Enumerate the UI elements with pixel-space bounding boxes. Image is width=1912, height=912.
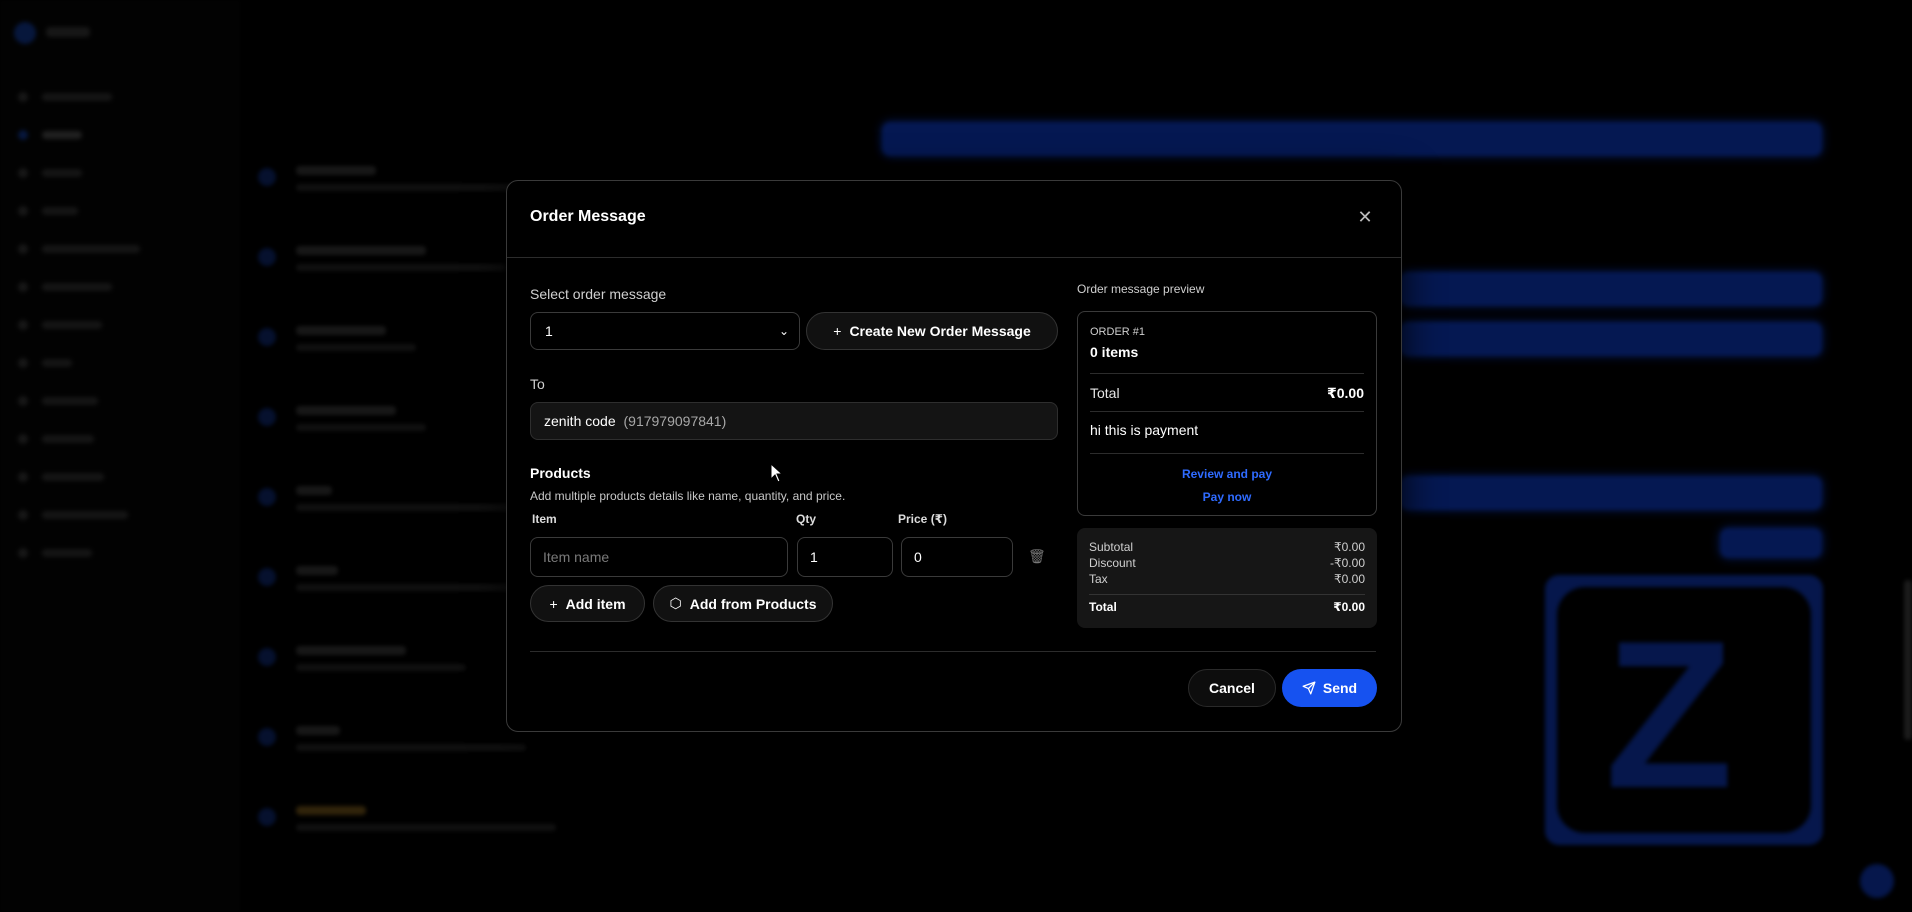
sidebar-item[interactable] xyxy=(18,506,128,524)
order-summary: Subtotal ₹0.00 Discount -₹0.00 Tax ₹0.00… xyxy=(1077,528,1377,628)
discount-row: Discount -₹0.00 xyxy=(1089,556,1365,570)
chat-widget-icon[interactable] xyxy=(1860,864,1894,898)
preview-message: hi this is payment xyxy=(1090,422,1199,438)
order-preview-card: ORDER #1 0 items Total ₹0.00 hi this is … xyxy=(1077,311,1377,516)
order-message-select[interactable]: 1 ⌄ xyxy=(530,312,800,350)
column-header-price: Price (₹) xyxy=(898,512,948,526)
footer-divider xyxy=(530,651,1376,652)
discount-value: -₹0.00 xyxy=(1330,556,1365,570)
send-icon xyxy=(1302,681,1316,695)
tax-value: ₹0.00 xyxy=(1334,572,1365,586)
sidebar-item[interactable] xyxy=(18,430,94,448)
column-header-item: Item xyxy=(532,512,557,526)
app-logo-icon xyxy=(14,22,36,44)
dialog-title: Order Message xyxy=(530,208,646,225)
discount-label: Discount xyxy=(1089,556,1136,570)
sidebar-item[interactable] xyxy=(18,354,72,372)
sidebar-item[interactable] xyxy=(18,278,112,296)
pay-now-link[interactable]: Pay now xyxy=(1078,490,1376,504)
cancel-button[interactable]: Cancel xyxy=(1188,669,1276,707)
qty-input[interactable]: 1 xyxy=(797,537,893,577)
sidebar-item[interactable] xyxy=(18,88,112,106)
trash-icon[interactable]: 🗑 xyxy=(1028,548,1046,565)
order-items-count: 0 items xyxy=(1090,344,1139,360)
add-from-products-label: Add from Products xyxy=(689,595,817,612)
brand-image: Z xyxy=(1545,575,1823,845)
item-name-input[interactable]: Item name xyxy=(530,537,788,577)
products-title: Products xyxy=(530,465,591,481)
preview-label: Order message preview xyxy=(1077,282,1205,296)
order-message-select-value: 1 xyxy=(545,323,553,339)
add-from-products-button[interactable]: ⬡ Add from Products xyxy=(653,585,833,622)
sidebar-item[interactable] xyxy=(18,202,78,220)
summary-total-row: Total ₹0.00 xyxy=(1089,600,1365,614)
summary-total-label: Total xyxy=(1089,600,1117,614)
select-order-message-label: Select order message xyxy=(530,286,667,302)
chat-bubble xyxy=(1400,272,1822,306)
recipient-phone: (917979097841) xyxy=(623,413,727,429)
preview-total-value: ₹0.00 xyxy=(1327,385,1364,401)
recipient-name: zenith code xyxy=(544,413,616,429)
divider xyxy=(1089,594,1365,595)
scrollbar[interactable] xyxy=(1904,580,1912,740)
sidebar-item[interactable] xyxy=(18,392,98,410)
chat-bubble xyxy=(1720,528,1822,558)
send-label: Send xyxy=(1322,680,1358,696)
subtotal-label: Subtotal xyxy=(1089,540,1134,554)
add-item-button[interactable]: + Add item xyxy=(530,585,645,622)
chat-bubble xyxy=(1400,476,1822,510)
divider xyxy=(1090,373,1364,374)
sidebar-item[interactable] xyxy=(18,240,140,258)
price-input[interactable]: 0 xyxy=(901,537,1013,577)
chat-bubble xyxy=(882,122,1822,156)
to-label: To xyxy=(530,376,545,392)
create-new-order-message-label: Create New Order Message xyxy=(849,323,1031,339)
plus-icon: + xyxy=(549,595,558,612)
add-item-label: Add item xyxy=(565,595,626,612)
sidebar-item[interactable] xyxy=(18,126,82,144)
tax-row: Tax ₹0.00 xyxy=(1089,572,1365,586)
sidebar-item[interactable] xyxy=(18,164,82,182)
divider xyxy=(1090,453,1364,454)
column-header-qty: Qty xyxy=(796,512,817,526)
divider xyxy=(1090,411,1364,412)
preview-total-label: Total xyxy=(1090,385,1120,401)
order-message-dialog: Order Message ✕ Select order message 1 ⌄… xyxy=(506,180,1402,732)
dialog-header: Order Message ✕ xyxy=(507,181,1401,258)
order-number: ORDER #1 xyxy=(1090,326,1146,338)
create-new-order-message-button[interactable]: + Create New Order Message xyxy=(806,312,1058,350)
close-icon[interactable]: ✕ xyxy=(1355,207,1375,227)
app-name-placeholder xyxy=(46,27,90,37)
subtotal-value: ₹0.00 xyxy=(1334,540,1365,554)
tax-label: Tax xyxy=(1089,572,1108,586)
recipient-field: zenith code (917979097841) xyxy=(530,402,1058,440)
send-button[interactable]: Send xyxy=(1282,669,1377,707)
mouse-cursor-icon xyxy=(770,463,784,483)
sidebar-item[interactable] xyxy=(18,544,92,562)
products-hint: Add multiple products details like name,… xyxy=(530,489,846,503)
sidebar-item[interactable] xyxy=(18,316,102,334)
review-and-pay-link[interactable]: Review and pay xyxy=(1078,467,1376,481)
subtotal-row: Subtotal ₹0.00 xyxy=(1089,540,1365,554)
chat-bubble xyxy=(1400,322,1822,356)
summary-total-value: ₹0.00 xyxy=(1333,600,1365,614)
sidebar-item[interactable] xyxy=(18,468,104,486)
package-icon: ⬡ xyxy=(669,595,682,611)
chevron-down-icon: ⌄ xyxy=(778,324,789,338)
sidebar xyxy=(0,0,240,912)
plus-icon: + xyxy=(833,323,842,339)
